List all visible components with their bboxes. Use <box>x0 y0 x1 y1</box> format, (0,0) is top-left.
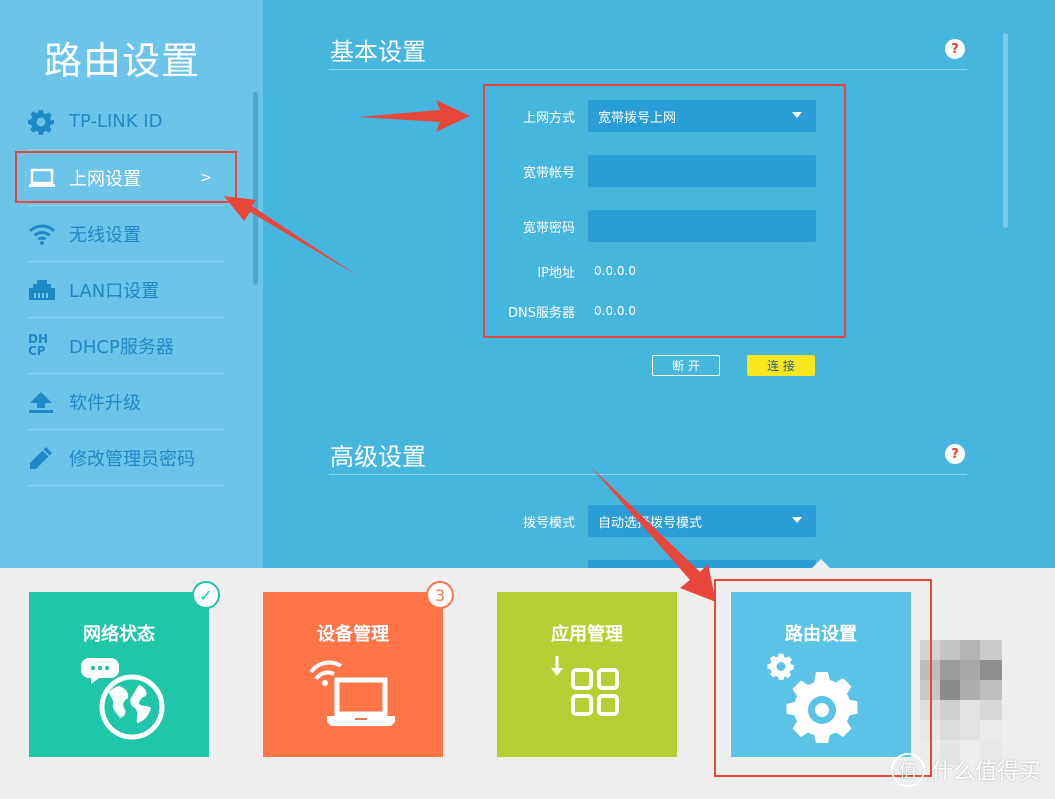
main-panel: 基本设置 ? 上网方式 宽带拨号上网 宽带帐号 宽带密码 IP地址 0.0.0.… <box>263 0 1055 568</box>
divider <box>329 69 967 70</box>
basic-settings-title: 基本设置 <box>330 38 426 66</box>
help-icon[interactable]: ? <box>945 39 965 59</box>
active-tile-pointer <box>812 559 830 568</box>
tile-network-status[interactable]: 网络状态 ✓ <box>29 581 220 757</box>
dns-value: 0.0.0.0 <box>594 304 636 318</box>
password-label: 宽带密码 <box>522 221 575 236</box>
sidebar-item-internet[interactable]: 上网设置 > <box>28 150 224 206</box>
tile-router-settings[interactable]: 路由设置 <box>731 592 911 757</box>
connect-button[interactable]: 连 接 <box>747 355 815 376</box>
watermark-logo-icon: 值 <box>890 753 925 787</box>
gear-icon <box>28 109 56 135</box>
account-label: 宽带帐号 <box>522 166 575 181</box>
status-badge: ✓ <box>192 581 220 609</box>
sidebar-item-label: TP-LINK ID <box>69 111 163 132</box>
sidebar-item-dhcp[interactable]: DH CP DHCP服务器 <box>28 318 224 374</box>
tile-app-management[interactable]: 应用管理 <box>497 592 677 757</box>
sidebar: 路由设置 TP-LINK ID 上网设置 > 无线设置 LAN口设置 DH CP… <box>0 0 263 568</box>
tile-device-management[interactable]: 设备管理 3 <box>263 581 454 757</box>
sidebar-title: 路由设置 <box>44 39 201 83</box>
sidebar-item-wireless[interactable]: 无线设置 <box>28 206 224 262</box>
laptop-wifi-icon <box>263 652 443 752</box>
laptop-icon <box>28 165 56 191</box>
dial-mode-select[interactable]: 自动选择拨号模式 <box>588 505 816 537</box>
upload-icon <box>28 389 56 415</box>
help-icon[interactable]: ? <box>945 444 965 464</box>
sidebar-item-tplink-id[interactable]: TP-LINK ID <box>28 94 224 150</box>
pixelated-redaction <box>920 640 1002 765</box>
account-input[interactable] <box>588 155 816 187</box>
connection-type-label: 上网方式 <box>522 111 575 126</box>
ip-label: IP地址 <box>537 266 575 281</box>
sidebar-item-admin-password[interactable]: 修改管理员密码 <box>28 430 224 486</box>
globe-chat-icon <box>29 652 209 752</box>
device-count-badge: 3 <box>426 581 454 609</box>
sidebar-item-label: LAN口设置 <box>69 280 160 302</box>
apps-grid-icon <box>497 652 677 752</box>
divider <box>329 474 967 475</box>
sidebar-item-label: 无线设置 <box>69 224 141 246</box>
sidebar-item-label: 上网设置 <box>69 168 141 190</box>
gears-icon <box>731 652 911 752</box>
lan-port-icon <box>28 277 56 303</box>
main-scrollbar[interactable] <box>1003 33 1008 228</box>
connection-type-select[interactable]: 宽带拨号上网 <box>588 100 816 132</box>
watermark: 值 什么值得买 <box>890 753 1041 787</box>
sidebar-item-lan[interactable]: LAN口设置 <box>28 262 224 318</box>
sidebar-item-label: 软件升级 <box>69 392 141 414</box>
next-field-partial[interactable] <box>588 560 816 568</box>
wifi-icon <box>28 221 56 247</box>
dns-label: DNS服务器 <box>508 306 575 321</box>
disconnect-button[interactable]: 断 开 <box>652 355 720 376</box>
chevron-down-icon <box>792 112 802 118</box>
dhcp-icon: DH CP <box>28 331 49 358</box>
advanced-settings-title: 高级设置 <box>330 443 426 471</box>
sidebar-item-upgrade[interactable]: 软件升级 <box>28 374 224 430</box>
chevron-down-icon <box>792 517 802 523</box>
sidebar-item-label: 修改管理员密码 <box>69 448 195 470</box>
ip-value: 0.0.0.0 <box>594 264 636 278</box>
pencil-icon <box>28 445 56 471</box>
chevron-right-icon: > <box>200 169 212 186</box>
dial-mode-label: 拨号模式 <box>522 516 575 531</box>
sidebar-item-label: DHCP服务器 <box>69 336 174 358</box>
password-input[interactable] <box>588 210 816 242</box>
watermark-text: 什么值得买 <box>930 760 1041 785</box>
sidebar-scrollbar[interactable] <box>253 92 258 285</box>
